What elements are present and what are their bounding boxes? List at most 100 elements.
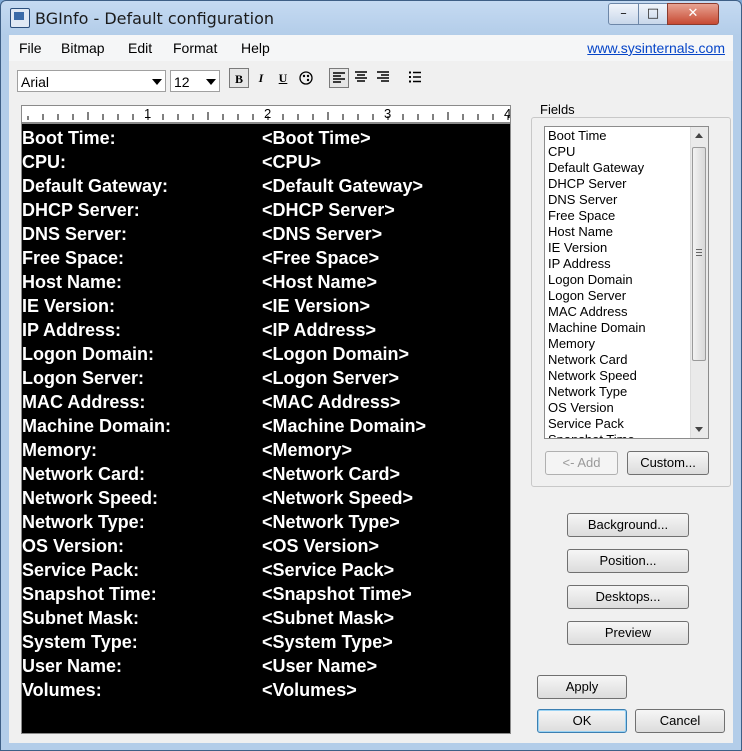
field-list-item[interactable]: MAC Address <box>548 304 627 319</box>
info-row-field: <Subnet Mask> <box>262 608 395 628</box>
field-list-item[interactable]: Snapshot Time <box>548 432 635 438</box>
info-row-field: <Boot Time> <box>262 128 371 148</box>
info-row-field: <CPU> <box>262 152 322 172</box>
field-list-item[interactable]: Network Card <box>548 352 627 367</box>
underline-button[interactable]: U <box>273 68 293 88</box>
info-row-label: Logon Server: <box>22 368 145 388</box>
info-row-label: System Type: <box>22 632 138 652</box>
background-button[interactable]: Background... <box>567 513 689 537</box>
field-list-item[interactable]: OS Version <box>548 400 614 415</box>
italic-button[interactable]: I <box>251 68 271 88</box>
custom-field-button[interactable]: Custom... <box>627 451 709 475</box>
info-row: Free Space: <Free Space> <box>22 248 510 272</box>
info-row: MAC Address: <MAC Address> <box>22 392 510 416</box>
info-row-label: Subnet Mask: <box>22 608 140 628</box>
field-list-item[interactable]: CPU <box>548 144 575 159</box>
font-combo[interactable]: Arial <box>17 70 166 92</box>
info-row: Logon Domain: <Logon Domain> <box>22 344 510 368</box>
info-row-label: Snapshot Time: <box>22 584 157 604</box>
info-row-label: Logon Domain: <box>22 344 154 364</box>
sysinternals-link[interactable]: www.sysinternals.com <box>587 40 725 56</box>
size-value: 12 <box>174 74 190 90</box>
info-row: OS Version: <OS Version> <box>22 536 510 560</box>
field-list-item[interactable]: Host Name <box>548 224 613 239</box>
fields-scrollbar[interactable] <box>690 127 708 438</box>
field-list-item[interactable]: Memory <box>548 336 595 351</box>
info-editor[interactable]: Boot Time: <Boot Time> CPU: <CPU> Default Ga… <box>21 123 511 734</box>
info-row-field: <System Type> <box>262 632 393 652</box>
desktops-button[interactable]: Desktops... <box>567 585 689 609</box>
align-center-button[interactable] <box>351 68 371 88</box>
align-center-icon <box>355 71 367 82</box>
font-value: Arial <box>21 74 50 90</box>
scroll-thumb[interactable] <box>692 147 706 361</box>
bullets-button[interactable] <box>405 68 425 88</box>
menu-format[interactable]: Format <box>173 40 217 56</box>
menu-file[interactable]: File <box>19 40 42 56</box>
menu-help[interactable]: Help <box>241 40 270 56</box>
position-button[interactable]: Position... <box>567 549 689 573</box>
info-row-label: Memory: <box>22 440 98 460</box>
client-area: File Bitmap Edit Format Help www.sysinte… <box>9 35 733 743</box>
info-row: Volumes: <Volumes> <box>22 680 510 704</box>
custom-field-label: Custom... <box>640 455 696 470</box>
field-list-item[interactable]: DHCP Server <box>548 176 627 191</box>
align-right-button[interactable] <box>373 68 393 88</box>
size-combo[interactable]: 12 <box>170 70 220 92</box>
field-list-item[interactable]: Service Pack <box>548 416 624 431</box>
info-row-field: <IE Version> <box>262 296 371 316</box>
align-left-icon <box>333 72 345 83</box>
palette-icon <box>299 71 313 85</box>
scroll-up-icon[interactable] <box>695 133 703 138</box>
info-row-label: MAC Address: <box>22 392 146 412</box>
chevron-down-icon <box>152 79 162 85</box>
info-row-label: Service Pack: <box>22 560 140 580</box>
field-list-item[interactable]: Network Speed <box>548 368 637 383</box>
info-row: DHCP Server: <DHCP Server> <box>22 200 510 224</box>
cancel-button[interactable]: Cancel <box>635 709 725 733</box>
add-field-button[interactable]: <- Add <box>545 451 618 475</box>
ruler-number: 1 <box>144 106 151 121</box>
app-icon[interactable] <box>10 8 30 28</box>
info-row-field: <User Name> <box>262 656 378 676</box>
fields-listbox[interactable]: Snapshot TimeService PackOS VersionNetwo… <box>544 126 709 439</box>
info-row-label: Machine Domain: <box>22 416 172 436</box>
field-list-item[interactable]: IE Version <box>548 240 607 255</box>
field-list-item[interactable]: Logon Domain <box>548 272 633 287</box>
menu-edit[interactable]: Edit <box>128 40 152 56</box>
info-row-field: <Service Pack> <box>262 560 395 580</box>
menu-bitmap[interactable]: Bitmap <box>61 40 105 56</box>
field-list-item[interactable]: Logon Server <box>548 288 626 303</box>
bold-button[interactable]: B <box>229 68 249 88</box>
ok-button[interactable]: OK <box>537 709 627 733</box>
close-button[interactable]: ✕ <box>667 3 719 25</box>
info-row-field: <Logon Server> <box>262 368 400 388</box>
field-list-item[interactable]: Default Gateway <box>548 160 644 175</box>
scroll-down-icon[interactable] <box>695 427 703 432</box>
field-list-item[interactable]: DNS Server <box>548 192 617 207</box>
info-row-label: Free Space: <box>22 248 125 268</box>
preview-button[interactable]: Preview <box>567 621 689 645</box>
align-left-button[interactable] <box>329 68 349 88</box>
field-list-item[interactable]: Machine Domain <box>548 320 646 335</box>
info-row: Logon Server: <Logon Server> <box>22 368 510 392</box>
maximize-button[interactable]: □ <box>638 3 668 25</box>
field-list-item[interactable]: IP Address <box>548 256 611 271</box>
field-list-item[interactable]: Free Space <box>548 208 615 223</box>
info-row: System Type: <System Type> <box>22 632 510 656</box>
info-row: Network Card: <Network Card> <box>22 464 510 488</box>
format-toolbar: Arial 12 B I U <box>9 62 733 96</box>
field-list-item[interactable]: Network Type <box>548 384 627 399</box>
field-list-item[interactable]: Boot Time <box>548 128 607 143</box>
info-row: IP Address: <IP Address> <box>22 320 510 344</box>
title-bar[interactable]: BGInfo - Default configuration – □ ✕ <box>1 1 741 35</box>
minimize-button[interactable]: – <box>608 3 639 25</box>
info-row-field: <MAC Address> <box>262 392 401 412</box>
apply-button[interactable]: Apply <box>537 675 627 699</box>
color-palette-button[interactable] <box>296 68 316 88</box>
info-row-field: <Network Speed> <box>262 488 414 508</box>
info-row-field: <Memory> <box>262 440 353 460</box>
info-row-label: Default Gateway: <box>22 176 169 196</box>
ruler-number: 2 <box>264 106 271 121</box>
info-row-field: <Logon Domain> <box>262 344 410 364</box>
